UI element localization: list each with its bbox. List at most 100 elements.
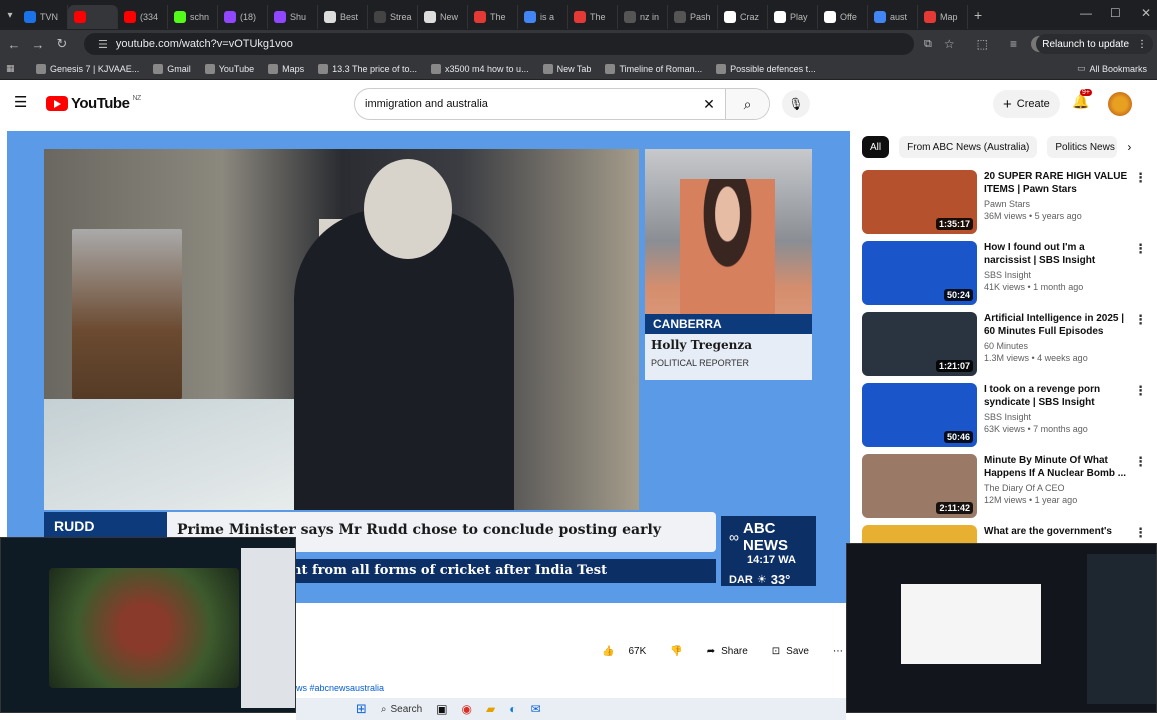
new-tab-icon[interactable]: + [974, 7, 982, 23]
chrome-icon[interactable]: ◉ [462, 702, 472, 716]
bookmark-item[interactable]: YouTube [204, 63, 254, 74]
voice-search-icon[interactable]: 🎙 [782, 90, 810, 118]
install-icon[interactable]: ⧉ [924, 38, 932, 51]
minimize-icon[interactable]: — [1080, 6, 1092, 20]
back-icon[interactable]: ← [2, 37, 26, 52]
recommendation-meta: 36M views • 5 years ago [984, 211, 1082, 221]
browser-tab[interactable]: (18) [218, 5, 268, 29]
browser-tab[interactable]: TVN [18, 5, 68, 29]
bookmark-item[interactable]: Genesis 7 | KJVAAE... [36, 63, 139, 74]
like-button[interactable]: 👍 67K [594, 638, 654, 664]
more-options-icon[interactable]: ⋮ [1134, 454, 1147, 470]
site-info-icon[interactable]: ☰ [98, 38, 108, 51]
browser-tab[interactable]: is a [518, 5, 568, 29]
outlook-icon[interactable]: ✉ [531, 702, 541, 716]
save-button[interactable]: ⊡ Save [764, 638, 817, 664]
recommendation-item[interactable]: What are the government's ⋮ [862, 525, 1147, 545]
browser-tab[interactable]: aust [868, 5, 918, 29]
pip-window-left[interactable] [0, 537, 296, 713]
browser-tab[interactable]: Offe [818, 5, 868, 29]
guide-menu-icon[interactable]: ☰ [14, 93, 27, 111]
browser-tab[interactable]: Best [318, 5, 368, 29]
bookmark-item[interactable]: 13.3 The price of to... [318, 63, 417, 74]
bookmark-item[interactable]: New Tab [542, 63, 592, 74]
more-options-icon[interactable]: ⋮ [1134, 312, 1147, 328]
browser-tab[interactable]: Strea [368, 5, 418, 29]
headline: Prime Minister says Mr Rudd chose to con… [177, 522, 661, 538]
recommendation-item[interactable]: 1:35:17 20 SUPER RARE HIGH VALUE ITEMS | … [862, 170, 1147, 236]
tab-search-icon[interactable]: ▾ [2, 10, 18, 21]
bookmark-item[interactable]: Gmail [153, 63, 191, 74]
recommendation-thumbnail[interactable]: 2:11:42 [862, 454, 977, 518]
recommendation-info: What are the government's ⋮ [984, 525, 1147, 545]
browser-tab[interactable]: New [418, 5, 468, 29]
more-options-icon[interactable]: ⋮ [1134, 383, 1147, 399]
maximize-icon[interactable]: ☐ [1110, 6, 1121, 20]
search-input[interactable] [355, 98, 693, 110]
recommendation-item[interactable]: 2:11:42 Minute By Minute Of What Happens … [862, 454, 1147, 520]
bookmark-item[interactable]: Possible defences t... [716, 63, 816, 74]
account-avatar[interactable] [1108, 92, 1132, 116]
share-button[interactable]: ➦ Share [699, 638, 756, 664]
recommendation-thumbnail[interactable]: 50:46 [862, 383, 977, 447]
chip-politics[interactable]: Politics News [1047, 136, 1118, 158]
media-icon[interactable]: ≡ [1010, 37, 1017, 51]
browser-tab[interactable] [68, 5, 118, 29]
pip-window-right[interactable] [846, 543, 1157, 713]
recommendation-thumbnail[interactable]: 1:21:07 [862, 312, 977, 376]
forward-icon[interactable]: → [26, 37, 50, 52]
explorer-icon[interactable]: ▰ [486, 702, 495, 716]
browser-tab[interactable]: Shu [268, 5, 318, 29]
recommendation-item[interactable]: 50:24 How I found out I'm a narcissist | … [862, 241, 1147, 307]
all-bookmarks[interactable]: ▭ All Bookmarks [1077, 63, 1147, 74]
close-window-icon[interactable]: ✕ [1141, 6, 1151, 20]
reload-icon[interactable]: ↻ [50, 36, 74, 52]
browser-tab[interactable]: (334 [118, 5, 168, 29]
video-frame-scene [44, 149, 639, 510]
bookmark-item[interactable]: Maps [268, 63, 304, 74]
browser-tab[interactable]: Pash [668, 5, 718, 29]
relaunch-button[interactable]: Relaunch to update ⋮ [1036, 34, 1153, 54]
more-options-icon[interactable]: ⋮ [1134, 525, 1147, 541]
bookmark-favicon-icon [36, 63, 46, 74]
browser-tab[interactable]: Craz [718, 5, 768, 29]
clear-search-icon[interactable]: ✕ [693, 96, 725, 113]
youtube-logo[interactable]: YouTube NZ [46, 95, 141, 112]
more-options-icon[interactable]: ⋮ [1134, 241, 1147, 257]
search-button[interactable]: ⌕ [725, 89, 769, 119]
recommendation-thumbnail[interactable] [862, 525, 977, 545]
recommendation-item[interactable]: 50:46 I took on a revenge porn syndicate … [862, 383, 1147, 449]
taskbar-search[interactable]: ⌕ Search [381, 704, 422, 715]
dislike-button[interactable]: 👎 [662, 638, 690, 664]
extensions-icon[interactable]: ⬚ [977, 37, 988, 51]
create-button[interactable]: + Create [993, 90, 1060, 118]
taskview-icon[interactable]: ▣ [436, 702, 447, 716]
browser-tab[interactable]: Play [768, 5, 818, 29]
recommendation-title: I took on a revenge porn syndicate | SBS… [984, 384, 1101, 408]
tab-label: (334 [140, 12, 159, 22]
recommendation-thumbnail[interactable]: 50:24 [862, 241, 977, 305]
apps-icon[interactable]: ▦ [6, 63, 15, 74]
bookmark-item[interactable]: x3500 m4 how to u... [431, 63, 529, 74]
bookmark-item[interactable]: Timeline of Roman... [605, 63, 702, 74]
recommendation-title: Artificial Intelligence in 2025 | 60 Min… [984, 313, 1125, 337]
bookmark-label: New Tab [556, 63, 592, 74]
browser-tab[interactable]: The [468, 5, 518, 29]
start-icon[interactable]: ⊞ [356, 701, 367, 717]
recommendation-item[interactable]: 1:21:07 Artificial Intelligence in 2025 |… [862, 312, 1147, 378]
more-options-icon[interactable]: ⋮ [1134, 170, 1147, 186]
chip-channel[interactable]: From ABC News (Australia) [899, 136, 1038, 158]
browser-tab[interactable]: The [568, 5, 618, 29]
chip-all[interactable]: All [862, 136, 890, 158]
browser-tab[interactable]: Map [918, 5, 968, 29]
os-taskbar: ⊞ ⌕ Search ▣ ◉ ▰ ◐ ✉ [296, 698, 846, 720]
bookmark-star-icon[interactable]: ☆ [944, 37, 955, 51]
recommendation-thumbnail[interactable]: 1:35:17 [862, 170, 977, 234]
browser-tab[interactable]: schn [168, 5, 218, 29]
omnibox[interactable]: ☰ youtube.com/watch?v=vOTUkg1voo [84, 33, 914, 55]
browser-tab[interactable]: nz in [618, 5, 668, 29]
edge-icon[interactable]: ◐ [509, 702, 516, 716]
video-player[interactable]: CANBERRA Holly Tregenza POLITICAL REPORT… [7, 131, 850, 603]
chevron-right-icon[interactable]: › [1127, 140, 1131, 154]
video-hashtags[interactable]: ws #abcnewsaustralia [296, 683, 384, 693]
